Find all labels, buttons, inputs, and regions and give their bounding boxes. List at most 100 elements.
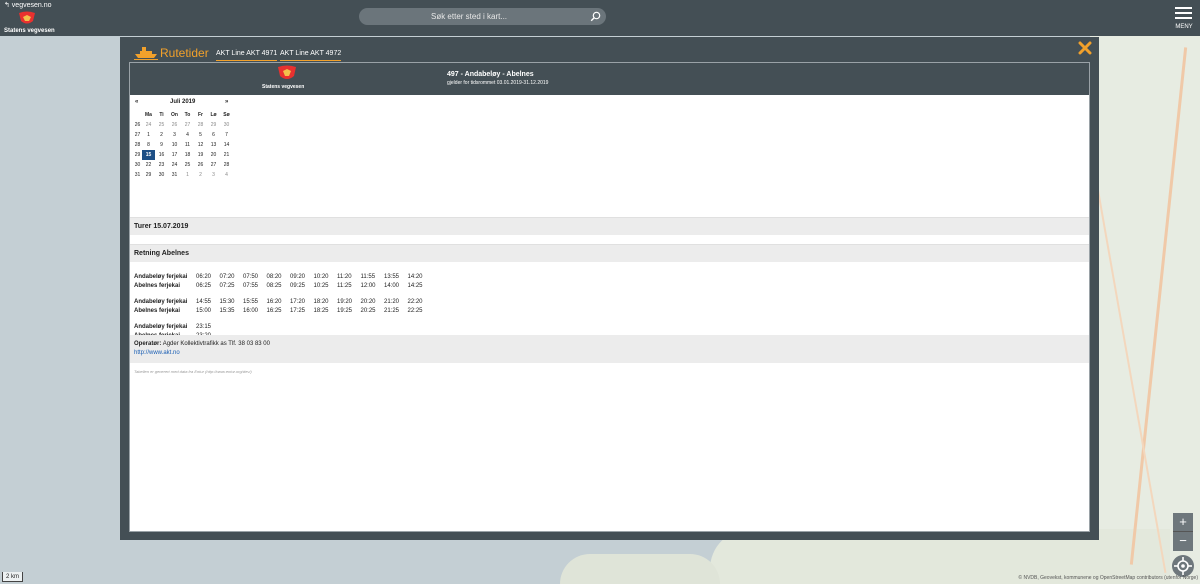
departure-time: 17:25: [290, 307, 306, 314]
departure-time: 14:55: [196, 298, 212, 305]
calendar-day[interactable]: 21: [220, 150, 233, 160]
calendar-day[interactable]: 28: [194, 120, 207, 130]
departure-time: 10:25: [313, 282, 329, 289]
departure-time: 15:55: [243, 298, 259, 305]
weekday-header: Ti: [159, 112, 164, 118]
departure-time: 17:20: [290, 298, 306, 305]
departure-time: 15:30: [219, 298, 235, 305]
departure-time: 08:25: [266, 282, 282, 289]
calendar-day[interactable]: 12: [194, 140, 207, 150]
departure-time: 11:20: [337, 273, 352, 280]
map-land: [1090, 36, 1200, 584]
direction-band: Retning Abelnes: [130, 244, 1089, 262]
departure-time: 22:25: [407, 307, 423, 314]
map-scale: 2 km: [2, 572, 23, 582]
close-icon[interactable]: [1078, 41, 1092, 55]
modal-title: Rutetider: [160, 46, 209, 60]
calendar-day[interactable]: 27: [207, 160, 220, 170]
departure-time: 23:15: [196, 323, 212, 330]
table-row: Abelnes ferjekai 06:25 07:25 07:55 08:25 09:2…: [134, 281, 431, 290]
week-number: 28: [134, 142, 141, 148]
week-number: 30: [134, 162, 141, 168]
departure-time: 07:50: [243, 273, 259, 280]
calendar-day[interactable]: 6: [207, 130, 220, 140]
calendar-day[interactable]: 7: [220, 130, 233, 140]
calendar-day[interactable]: 3: [207, 170, 220, 180]
calendar-day[interactable]: 5: [194, 130, 207, 140]
calendar-day[interactable]: 2: [194, 170, 207, 180]
calendar-day[interactable]: 10: [168, 140, 181, 150]
menu-button[interactable]: MENY: [1172, 4, 1196, 32]
trips-date-band: Turer 15.07.2019: [130, 217, 1089, 235]
calendar-week-row: 28 8 9 10 11 12 13 14: [133, 140, 233, 150]
operator-link[interactable]: http://www.akt.no: [134, 350, 180, 356]
calendar-week-row: 26 24 25 26 27 28 29 30: [133, 120, 233, 130]
map-land: [560, 554, 720, 584]
departure-time: 15:35: [219, 307, 235, 314]
zoom-out-button[interactable]: −: [1173, 532, 1193, 551]
calendar-day[interactable]: 22: [142, 160, 155, 170]
search-icon[interactable]: [590, 11, 601, 22]
calendar-day[interactable]: 1: [181, 170, 194, 180]
top-bar: ↰ vegvesen.no Statens vegvesen MENY: [0, 0, 1200, 36]
next-month-button[interactable]: »: [225, 99, 228, 105]
hamburger-icon: [1175, 7, 1192, 9]
calendar-day[interactable]: 2: [155, 130, 168, 140]
tab-akt-4971[interactable]: AKT Line AKT 4971: [216, 50, 278, 61]
departure-time: 13:55: [384, 273, 400, 280]
calendar-day[interactable]: 24: [142, 120, 155, 130]
tab-akt-4972[interactable]: AKT Line AKT 4972: [280, 50, 342, 61]
calendar-day[interactable]: 14: [220, 140, 233, 150]
calendar-month: Juli 2019: [170, 99, 196, 105]
weekday-header: To: [184, 112, 191, 118]
calendar-day[interactable]: 17: [168, 150, 181, 160]
table-row: Andabeløy ferjekai 14:55 15:30 15:55 16:20 17…: [134, 297, 431, 306]
table-row: Andabeløy ferjekai 23:15: [134, 322, 220, 331]
calendar-day[interactable]: 24: [168, 160, 181, 170]
departure-time: 14:00: [384, 282, 400, 289]
calendar-day[interactable]: 29: [207, 120, 220, 130]
calendar-day[interactable]: 27: [181, 120, 194, 130]
statens-vegvesen-logo-icon[interactable]: [17, 11, 37, 26]
calendar-day[interactable]: 9: [155, 140, 168, 150]
calendar-day[interactable]: 20: [207, 150, 220, 160]
direction-heading: Retning Abelnes: [134, 250, 189, 257]
calendar-nav: « Juli 2019 »: [133, 97, 233, 107]
vegvesen-link[interactable]: ↰ vegvesen.no: [4, 1, 52, 9]
calendar-day[interactable]: 4: [181, 130, 194, 140]
departure-time: 18:20: [313, 298, 329, 305]
departure-time: 11:25: [337, 282, 352, 289]
calendar-day[interactable]: 26: [194, 160, 207, 170]
zoom-in-button[interactable]: +: [1173, 513, 1193, 532]
calendar-day[interactable]: 13: [207, 140, 220, 150]
calendar-day[interactable]: 28: [220, 160, 233, 170]
weekday-header: Fr: [198, 112, 203, 118]
calendar-day[interactable]: 11: [181, 140, 194, 150]
calendar-day[interactable]: 26: [168, 120, 181, 130]
stop-name: Andabeløy ferjekai: [134, 298, 188, 305]
departure-time: 10:20: [313, 273, 329, 280]
calendar-day[interactable]: 19: [194, 150, 207, 160]
calendar-day[interactable]: 30: [220, 120, 233, 130]
calendar-day[interactable]: 4: [220, 170, 233, 180]
calendar-day[interactable]: 29: [142, 170, 155, 180]
stop-name: Abelnes ferjekai: [134, 307, 181, 314]
calendar-day[interactable]: 1: [142, 130, 155, 140]
calendar-day[interactable]: 18: [181, 150, 194, 160]
calendar-day[interactable]: 3: [168, 130, 181, 140]
calendar-day[interactable]: 15: [142, 150, 155, 160]
search-input[interactable]: [369, 10, 569, 23]
schedule-table: Andabeløy ferjekai 06:20 07:20 07:50 08:20 09…: [134, 272, 431, 290]
calendar-day[interactable]: 25: [155, 120, 168, 130]
departure-time: 20:20: [360, 298, 376, 305]
calendar-day[interactable]: 23: [155, 160, 168, 170]
calendar-day[interactable]: 16: [155, 150, 168, 160]
calendar-day[interactable]: 31: [168, 170, 181, 180]
stop-name: Andabeløy ferjekai: [134, 273, 188, 280]
calendar-day[interactable]: 8: [142, 140, 155, 150]
schedule-table: Andabeløy ferjekai 14:55 15:30 15:55 16:20 17…: [134, 297, 431, 315]
hamburger-icon: [1175, 12, 1192, 14]
calendar-day[interactable]: 25: [181, 160, 194, 170]
calendar-day[interactable]: 30: [155, 170, 168, 180]
prev-month-button[interactable]: «: [135, 99, 138, 105]
